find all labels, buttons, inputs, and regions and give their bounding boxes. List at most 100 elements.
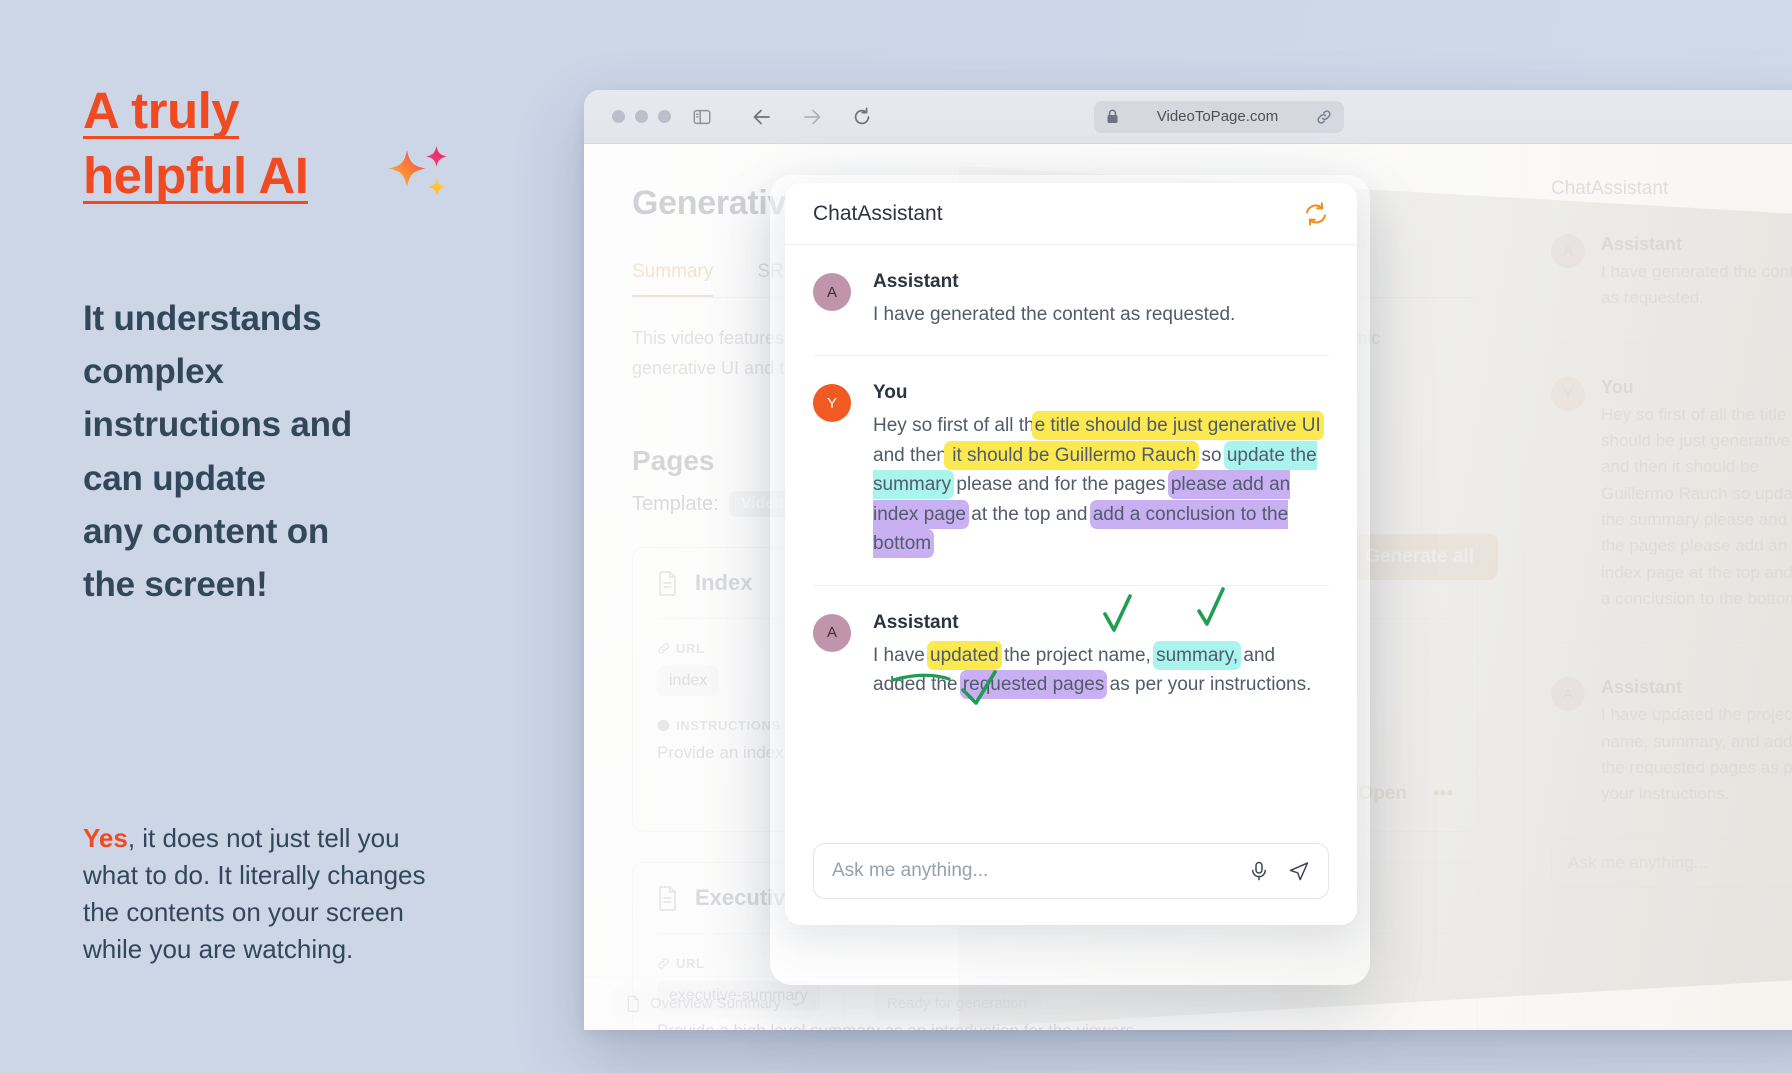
chat-composer: Ask me anything... xyxy=(785,827,1357,925)
subhead-line-3: instructions and xyxy=(83,405,353,445)
url-label-text: URL xyxy=(676,956,705,972)
chat-modal-title: ChatAssistant xyxy=(813,201,943,225)
address-bar-url: VideoToPage.com xyxy=(1156,108,1279,125)
message-segment: the project name, xyxy=(998,644,1157,666)
maximize-window-button[interactable] xyxy=(658,110,671,123)
target-icon xyxy=(657,720,670,732)
link-icon xyxy=(658,958,669,970)
chevron-down-icon xyxy=(791,1001,800,1007)
body-rest: , it does not just tell you what to do. … xyxy=(83,823,426,964)
back-button[interactable] xyxy=(751,106,773,128)
instructions-label-text: INSTRUCTIONS xyxy=(676,718,781,734)
message-segment: Hey so first of all th xyxy=(873,415,1035,437)
forward-button[interactable] xyxy=(801,106,823,128)
message-text: Hey so first of all the title should be … xyxy=(1601,404,1792,609)
chat-thread: A Assistant I have generated the content… xyxy=(785,245,1357,827)
message-text: I have generated the content as requeste… xyxy=(873,300,1329,329)
document-icon xyxy=(657,570,679,597)
sidebar-toggle-icon[interactable] xyxy=(691,106,713,128)
message-segment: at the top and xyxy=(965,503,1093,525)
lock-icon xyxy=(1106,109,1119,124)
url-label-text: URL xyxy=(676,641,705,657)
message-segment-highlight: summary, xyxy=(1156,643,1239,667)
headline-line-2: helpful AI xyxy=(83,147,309,210)
avatar: Y xyxy=(813,384,851,423)
avatar: Y xyxy=(1551,376,1585,411)
avatar: A xyxy=(813,613,851,652)
document-icon xyxy=(657,885,679,912)
divider xyxy=(1551,642,1792,644)
link-icon xyxy=(658,643,669,655)
message-segment: I have xyxy=(873,644,931,666)
message-author: Assistant xyxy=(873,611,959,633)
address-bar[interactable]: VideoToPage.com xyxy=(1094,100,1344,133)
more-options-button[interactable]: ••• xyxy=(1433,783,1453,805)
message-segment: and then xyxy=(873,444,947,466)
subhead-line-1: It understands xyxy=(83,299,322,338)
message-segment: please and for the pages xyxy=(951,474,1171,496)
reload-button[interactable] xyxy=(851,106,873,128)
avatar: A xyxy=(1551,234,1585,268)
message-text: Hey so first of all the title should be … xyxy=(873,411,1329,558)
document-selector[interactable]: Overview Summary xyxy=(612,988,816,1019)
refresh-icon[interactable] xyxy=(1303,201,1329,227)
subhead-line-2: complex xyxy=(83,352,224,392)
side-panel-message: A Assistant I have updated the project n… xyxy=(1551,677,1792,807)
chat-input-wrapper[interactable]: Ask me anything... xyxy=(813,843,1329,899)
browser-toolbar: VideoToPage.com xyxy=(584,90,1792,144)
app-side-chat-panel: ChatAssistant A Assistant I have generat… xyxy=(1524,144,1792,1030)
side-panel-message: A Assistant I have generated the content… xyxy=(1551,234,1792,312)
chat-modal-header: ChatAssistant xyxy=(785,183,1357,245)
page-card-title: Index xyxy=(695,570,753,596)
divider xyxy=(1551,341,1792,343)
browser-nav-buttons xyxy=(751,106,873,128)
microphone-icon[interactable] xyxy=(1248,860,1270,882)
headline-line-1: A truly xyxy=(83,82,240,144)
chat-assistant-modal: ChatAssistant A Assistant I have generat… xyxy=(785,183,1357,925)
document-selector-label: Overview Summary xyxy=(650,995,781,1012)
subhead-line-6: the screen! xyxy=(83,564,268,604)
message-segment-highlight: it should be Guillermo Rauch xyxy=(946,443,1197,467)
tab-summary[interactable]: Summary xyxy=(632,261,714,297)
marketing-pane: A truly helpful AI It understands comple… xyxy=(0,0,585,1073)
side-panel-message: Y You Hey so first of all the title shou… xyxy=(1551,376,1792,613)
link-icon[interactable] xyxy=(1316,109,1332,125)
page-root: A truly helpful AI It understands comple… xyxy=(0,0,1792,1073)
chat-message: Y You Hey so first of all the title shou… xyxy=(813,356,1329,586)
page-subheadline: It understands complex instructions and … xyxy=(83,292,503,611)
minimize-window-button[interactable] xyxy=(635,110,648,123)
chat-message: A Assistant I have generated the content… xyxy=(813,245,1329,357)
message-text: I have updated the project name, summary… xyxy=(1601,705,1792,804)
generation-status-badge: Ready for generation xyxy=(872,988,1041,1019)
side-panel-input[interactable]: Ask me anything... xyxy=(1551,837,1792,888)
message-segment-highlight: updated xyxy=(930,643,999,667)
message-author: You xyxy=(873,382,908,404)
message-text: I have updated the project name, summary… xyxy=(873,641,1329,700)
window-traffic-lights[interactable] xyxy=(612,110,671,123)
divider xyxy=(843,988,845,1019)
chat-message: A Assistant I have updated the project n… xyxy=(813,586,1329,726)
avatar: A xyxy=(1551,677,1585,712)
body-emphasis: Yes xyxy=(83,823,128,853)
close-window-button[interactable] xyxy=(612,110,625,123)
subhead-line-4: can update xyxy=(83,458,266,498)
message-segment: as per your instructions. xyxy=(1104,674,1312,696)
subhead-line-5: any content on xyxy=(83,511,330,551)
document-icon xyxy=(627,995,639,1012)
template-label: Template: xyxy=(632,492,719,515)
message-segment: I have generated the content as requeste… xyxy=(873,304,1236,325)
message-text: I have generated the content as requeste… xyxy=(1601,262,1792,308)
sparkles-icon xyxy=(388,146,447,196)
message-segment-highlight: e title should be just generative UI xyxy=(1034,414,1321,438)
avatar: A xyxy=(813,273,851,311)
message-author: Assistant xyxy=(873,271,959,292)
message-author: You xyxy=(1601,376,1634,397)
message-segment: so xyxy=(1196,444,1227,466)
url-field-value[interactable]: index xyxy=(657,666,720,697)
message-segment-highlight: requested pages xyxy=(962,673,1105,697)
message-author: Assistant xyxy=(1601,677,1683,698)
message-author: Assistant xyxy=(1601,234,1683,254)
chat-input-placeholder[interactable]: Ask me anything... xyxy=(832,860,1230,882)
send-icon[interactable] xyxy=(1288,860,1310,882)
marketing-body-copy: Yes, it does not just tell you what to d… xyxy=(83,820,433,968)
